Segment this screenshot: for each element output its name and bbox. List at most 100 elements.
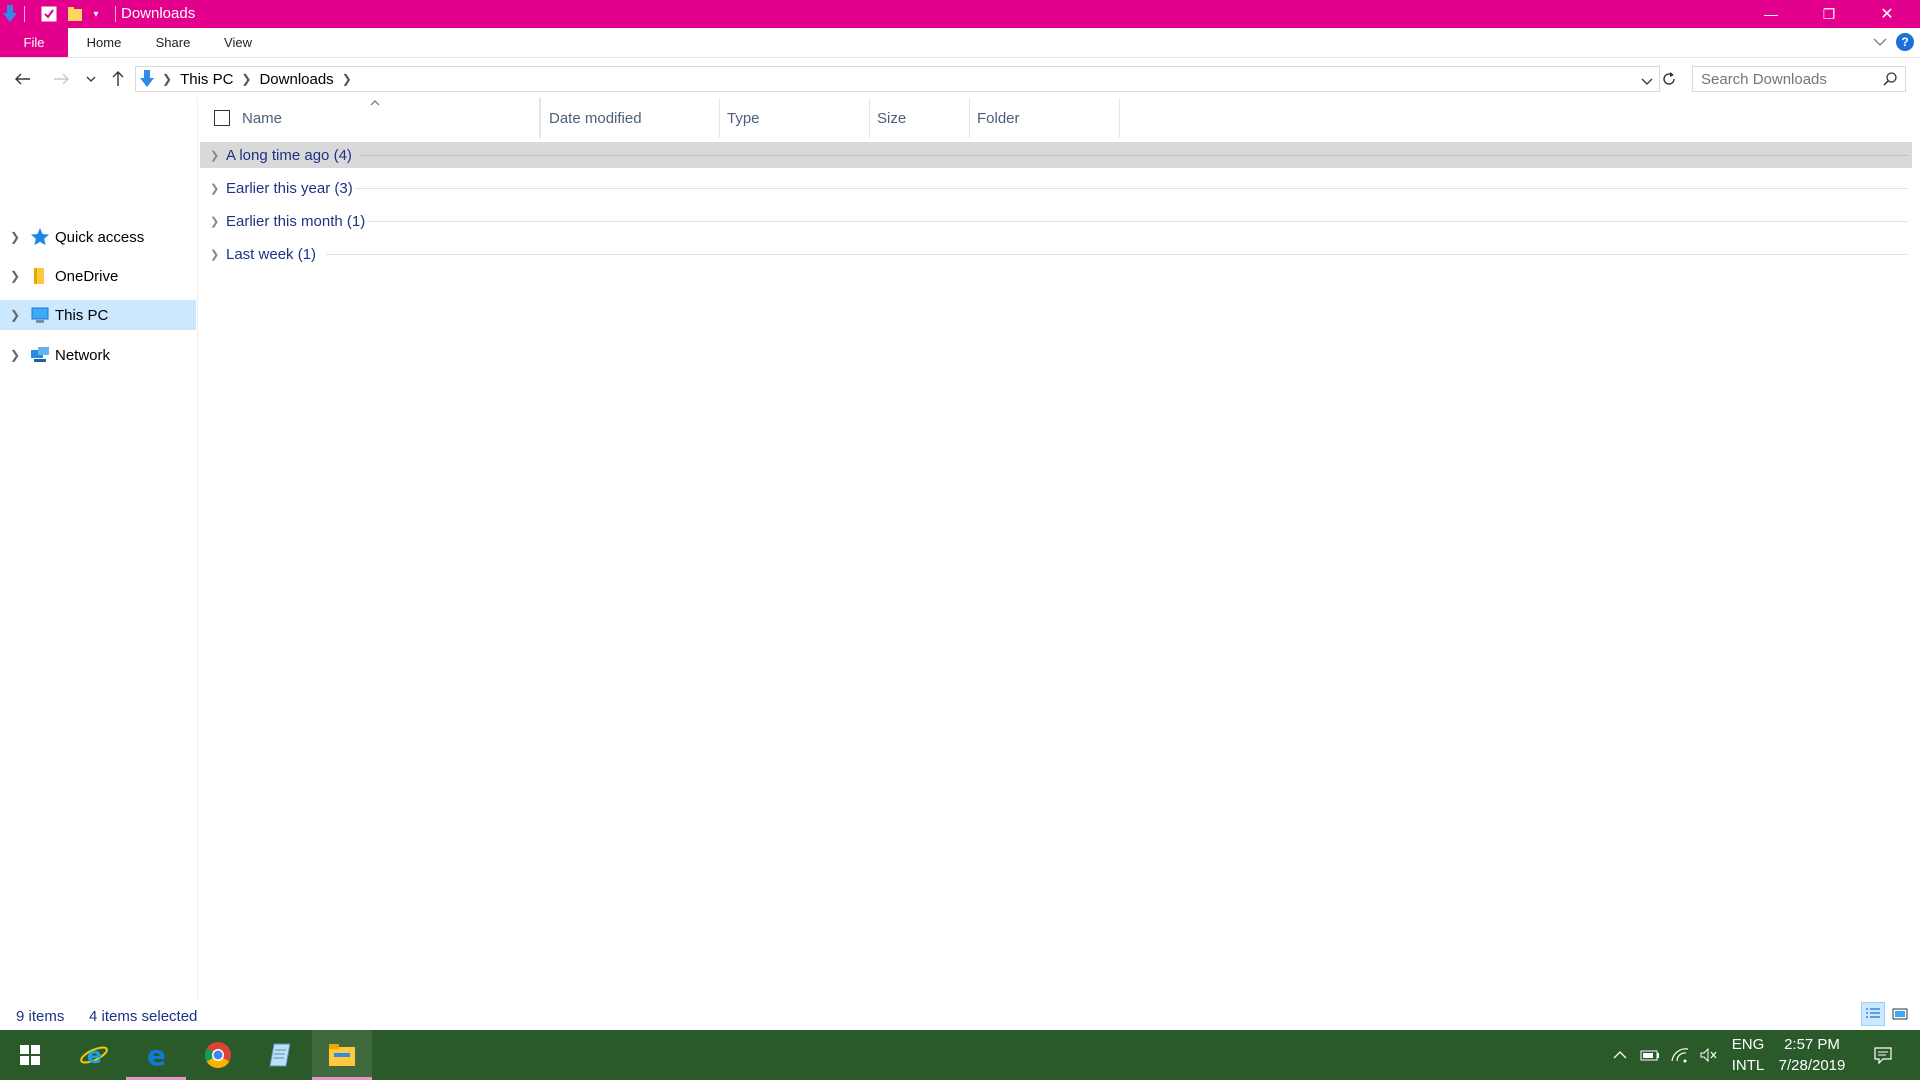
- chevron-right-icon[interactable]: ❯: [210, 248, 219, 261]
- select-all-checkbox[interactable]: [214, 110, 230, 126]
- sidebar-item-label: This PC: [55, 306, 109, 324]
- internet-explorer-icon: e: [80, 1044, 108, 1069]
- separator: [20, 0, 28, 28]
- address-dropdown-icon[interactable]: [1641, 73, 1653, 90]
- chevron-right-icon[interactable]: ❯: [241, 72, 251, 86]
- up-button[interactable]: [105, 66, 131, 92]
- column-size[interactable]: Size: [870, 98, 970, 138]
- address-bar[interactable]: ❯ This PC ❯ Downloads ❯: [135, 66, 1660, 92]
- column-date-modified[interactable]: Date modified: [540, 98, 720, 138]
- breadcrumb-downloads[interactable]: Downloads: [259, 71, 333, 88]
- address-row: ❯ This PC ❯ Downloads ❯: [0, 58, 1920, 98]
- group-label: A long time ago (4): [226, 146, 352, 164]
- clock-date[interactable]: 7/28/2019: [1772, 1057, 1852, 1074]
- group-header[interactable]: ❯ Last week (1): [200, 241, 1912, 267]
- start-button[interactable]: [0, 1030, 60, 1080]
- group-divider: [326, 254, 1908, 255]
- new-folder-icon[interactable]: [64, 0, 86, 28]
- up-arrow-icon: [112, 71, 124, 86]
- large-icons-view-button[interactable]: [1888, 1002, 1912, 1026]
- svg-text:e: e: [87, 1044, 102, 1069]
- sidebar-item-this-pc[interactable]: ❯ This PC: [0, 300, 196, 330]
- minimize-button[interactable]: —: [1742, 0, 1800, 28]
- details-view-button[interactable]: [1861, 1002, 1885, 1026]
- forward-button[interactable]: [48, 66, 74, 92]
- tab-share[interactable]: Share: [144, 28, 202, 57]
- sidebar-item-label: OneDrive: [55, 267, 119, 285]
- restore-icon: ❐: [1822, 5, 1836, 22]
- action-center-icon[interactable]: [1868, 1030, 1898, 1080]
- group-divider: [360, 155, 1908, 156]
- language-indicator-bottom[interactable]: INTL: [1728, 1057, 1768, 1074]
- group-label: Earlier this month (1): [226, 212, 366, 230]
- sidebar-item-onedrive[interactable]: ❯ OneDrive: [0, 261, 196, 291]
- group-divider: [368, 221, 1908, 222]
- navigation-pane: ❯ Quick access ❯ OneDrive ❯ This PC ❯ Ne…: [0, 98, 198, 1002]
- search-input[interactable]: [1693, 67, 1873, 91]
- notepad-icon: [269, 1043, 291, 1067]
- show-hidden-icons-button[interactable]: [1610, 1030, 1630, 1080]
- column-name[interactable]: Name: [242, 98, 540, 138]
- recent-locations-button[interactable]: [80, 66, 102, 92]
- refresh-icon: [1663, 72, 1675, 85]
- forward-arrow-icon: [54, 73, 69, 85]
- restore-button[interactable]: ❐: [1800, 0, 1858, 28]
- title-bar: ▾ Downloads — ❐ ✕: [0, 0, 1920, 28]
- sidebar-item-label: Quick access: [55, 228, 145, 246]
- tab-home[interactable]: Home: [76, 28, 132, 57]
- chevron-right-icon[interactable]: ❯: [10, 269, 20, 283]
- chevron-right-icon[interactable]: ❯: [162, 72, 172, 86]
- back-arrow-icon: [15, 73, 30, 85]
- chrome-button[interactable]: [188, 1030, 248, 1080]
- computer-icon: [30, 305, 50, 325]
- file-explorer-icon: [329, 1044, 355, 1066]
- internet-explorer-button[interactable]: e: [64, 1030, 124, 1080]
- status-bar: 9 items 4 items selected: [0, 1004, 1920, 1030]
- back-button[interactable]: [10, 66, 36, 92]
- column-header-row: Name Date modified Type Size Folder: [200, 98, 1920, 138]
- chevron-right-icon[interactable]: ❯: [210, 182, 219, 195]
- svg-text:e: e: [147, 1040, 166, 1070]
- chevron-right-icon[interactable]: ❯: [210, 149, 219, 162]
- help-icon[interactable]: ?: [1896, 33, 1914, 51]
- chevron-right-icon[interactable]: ❯: [342, 72, 352, 86]
- taskbar: e e ENG INTL 2:57 PM 7/28/2019: [0, 1030, 1920, 1080]
- search-icon[interactable]: [1883, 72, 1897, 90]
- tab-view[interactable]: View: [212, 28, 264, 57]
- properties-icon[interactable]: [38, 0, 60, 28]
- edge-button[interactable]: e: [126, 1030, 186, 1080]
- group-header[interactable]: ❯ A long time ago (4): [200, 142, 1912, 168]
- minimize-icon: —: [1764, 6, 1778, 22]
- language-indicator-top[interactable]: ENG: [1728, 1036, 1768, 1053]
- chevron-up-icon: [1613, 1051, 1627, 1059]
- group-header[interactable]: ❯ Earlier this month (1): [200, 208, 1912, 234]
- close-icon: ✕: [1880, 6, 1894, 23]
- column-folder[interactable]: Folder: [970, 98, 1120, 138]
- wifi-icon[interactable]: [1668, 1030, 1692, 1080]
- ribbon: File Home Share View ?: [0, 28, 1920, 58]
- tab-file[interactable]: File: [0, 28, 68, 57]
- sidebar-item-network[interactable]: ❯ Network: [0, 340, 196, 370]
- refresh-button[interactable]: [1656, 66, 1682, 92]
- chevron-right-icon[interactable]: ❯: [210, 215, 219, 228]
- onedrive-folder-icon: [30, 266, 50, 286]
- close-button[interactable]: ✕: [1858, 0, 1916, 28]
- sidebar-item-quick-access[interactable]: ❯ Quick access: [0, 222, 196, 252]
- column-type[interactable]: Type: [720, 98, 870, 138]
- breadcrumb-this-pc[interactable]: This PC: [180, 71, 233, 88]
- separator: [112, 0, 118, 28]
- battery-icon[interactable]: [1638, 1030, 1662, 1080]
- volume-muted-icon[interactable]: [1698, 1030, 1720, 1080]
- file-explorer-button[interactable]: [312, 1030, 372, 1080]
- group-header[interactable]: ❯ Earlier this year (3): [200, 175, 1912, 201]
- customize-quick-access-icon[interactable]: ▾: [88, 0, 104, 28]
- edge-icon: e: [147, 1040, 166, 1070]
- chevron-right-icon[interactable]: ❯: [10, 230, 20, 244]
- search-box[interactable]: [1692, 66, 1906, 92]
- chevron-right-icon[interactable]: ❯: [10, 308, 20, 322]
- selection-count: 4 items selected: [89, 1008, 198, 1025]
- clock-time[interactable]: 2:57 PM: [1772, 1036, 1852, 1053]
- chevron-right-icon[interactable]: ❯: [10, 348, 20, 362]
- expand-ribbon-icon[interactable]: [1870, 32, 1890, 52]
- notepad-button[interactable]: [250, 1030, 310, 1080]
